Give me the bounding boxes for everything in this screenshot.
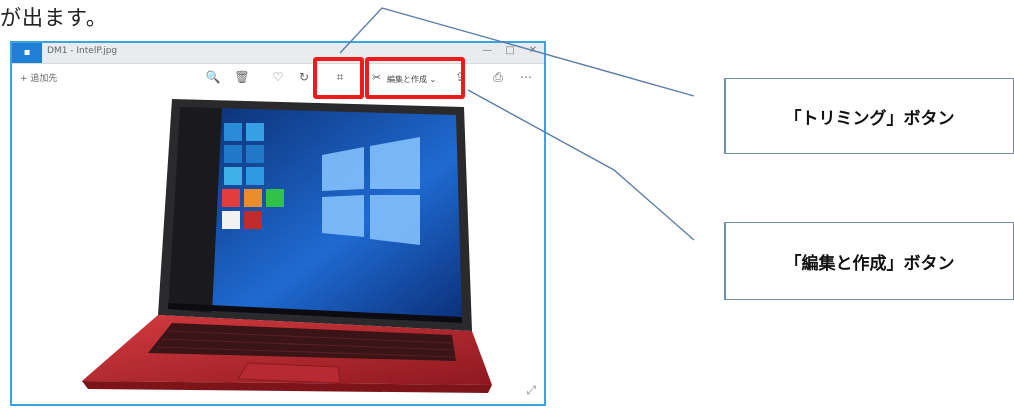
callout-line-edit — [467, 89, 695, 241]
callout-line-trim — [339, 7, 695, 97]
callout-lines — [339, 7, 695, 241]
trim-button-callout: 「トリミング」ボタン — [724, 78, 1014, 154]
edit-create-callout: 「編集と作成」ボタン — [724, 222, 1014, 300]
